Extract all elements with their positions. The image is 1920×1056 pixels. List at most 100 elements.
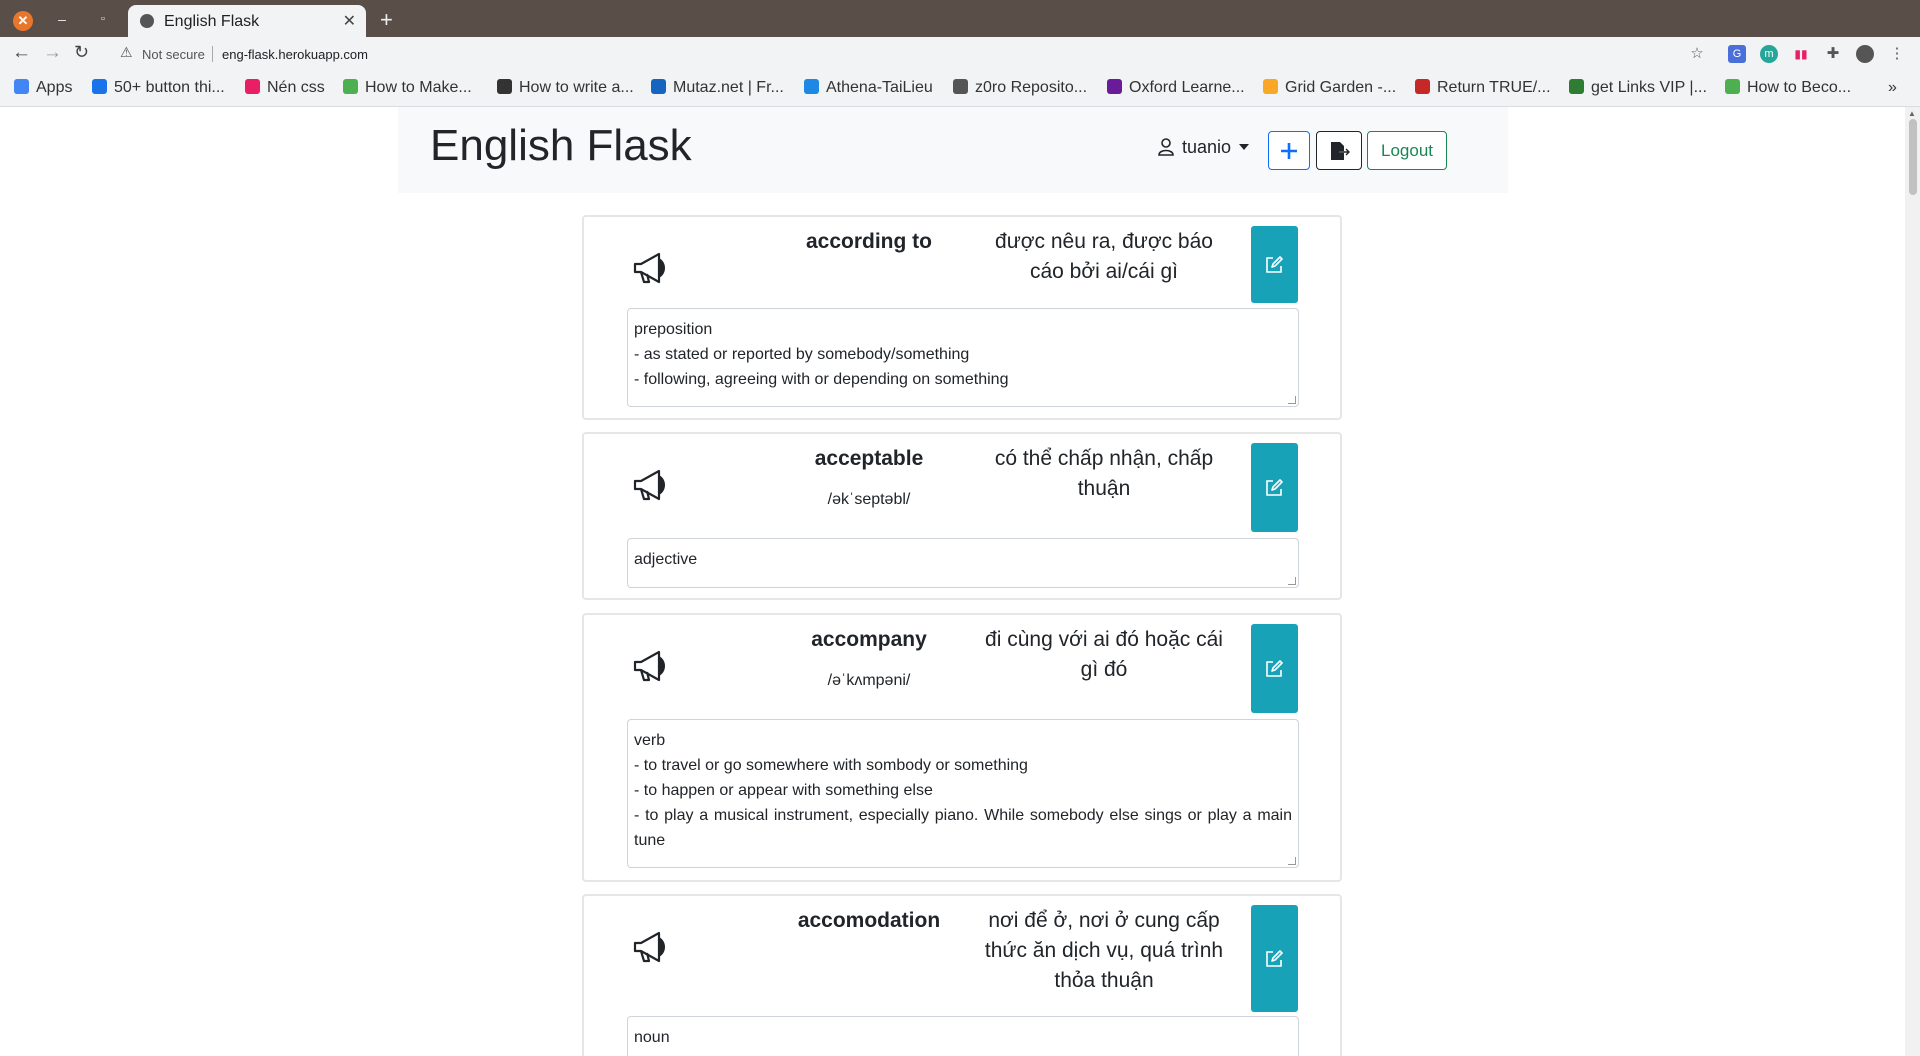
- definition-line: noun: [634, 1029, 670, 1046]
- bookmark-label: How to write a...: [519, 79, 634, 96]
- back-icon[interactable]: ←: [12, 42, 31, 64]
- megaphone-icon[interactable]: [629, 461, 673, 505]
- definition-line: verb: [634, 732, 666, 749]
- bookmark-item[interactable]: Mutaz.net | Fr...: [651, 79, 784, 99]
- definition-textarea[interactable]: verb - to travel or go somewhere with som…: [627, 719, 1299, 868]
- definition-line: - to travel or go somewhere with sombody…: [634, 757, 1028, 774]
- bookmark-favicon-icon: [245, 79, 260, 94]
- word-card: accompany/əˈkʌmpəni/đi cùng với ai đó ho…: [582, 613, 1342, 882]
- bookmark-item[interactable]: Oxford Learne...: [1107, 79, 1245, 99]
- scroll-up-icon[interactable]: ▲: [1908, 109, 1916, 118]
- bookmark-favicon-icon: [1415, 79, 1430, 94]
- resize-handle-icon[interactable]: [1288, 396, 1296, 404]
- resize-handle-icon[interactable]: [1288, 857, 1296, 865]
- export-button[interactable]: [1316, 131, 1362, 170]
- word-text: according to: [805, 230, 932, 253]
- bookmark-item[interactable]: 50+ button thi...: [92, 79, 225, 99]
- reload-icon[interactable]: ↻: [74, 42, 89, 63]
- add-word-button[interactable]: [1268, 131, 1310, 170]
- star-icon[interactable]: ☆: [1688, 45, 1706, 63]
- definition-line: adjective: [634, 551, 698, 568]
- phonetic-text: /əkˈseptəbl/: [827, 491, 911, 508]
- window-close-button[interactable]: ✕: [13, 11, 33, 31]
- bookmark-favicon-icon: [497, 79, 512, 94]
- address-bar[interactable]: ⚠ Not secure eng-flask.herokuapp.com: [108, 40, 1688, 68]
- forward-icon[interactable]: →: [43, 42, 62, 64]
- tab-title: English Flask: [164, 13, 260, 30]
- globe-icon: [140, 14, 154, 28]
- meaning-text: có thể chấp nhận, chấp thuận: [994, 447, 1214, 500]
- warning-icon: ⚠: [120, 44, 133, 60]
- edit-word-button[interactable]: [1251, 443, 1298, 532]
- user-dropdown[interactable]: tuanio: [1158, 137, 1250, 158]
- window-maximize-button[interactable]: ▫: [92, 8, 114, 30]
- extension-color-icon[interactable]: ▮▮: [1792, 45, 1810, 63]
- window-minimize-button[interactable]: –: [51, 8, 73, 30]
- megaphone-icon[interactable]: [629, 923, 673, 967]
- edit-word-button[interactable]: [1251, 905, 1298, 1012]
- bookmark-item[interactable]: Apps: [14, 79, 72, 99]
- bookmark-item[interactable]: Grid Garden -...: [1263, 79, 1396, 99]
- bookmark-item[interactable]: How to Beco...: [1725, 79, 1851, 99]
- profile-avatar[interactable]: [1856, 45, 1874, 63]
- bookmark-item[interactable]: Athena-TaiLieu: [804, 79, 933, 99]
- bookmark-favicon-icon: [1569, 79, 1584, 94]
- word-text: accomodation: [797, 909, 941, 932]
- brand-title[interactable]: English Flask: [430, 121, 692, 171]
- edit-word-button[interactable]: [1251, 226, 1298, 303]
- edit-icon: [1266, 949, 1283, 967]
- definition-textarea[interactable]: preposition - as stated or reported by so…: [627, 308, 1299, 407]
- export-file-icon: [1331, 142, 1351, 160]
- bookmark-label: get Links VIP |...: [1591, 79, 1707, 96]
- bookmark-label: z0ro Reposito...: [975, 79, 1088, 96]
- edit-icon: [1266, 659, 1283, 677]
- bookmark-label: Apps: [36, 79, 73, 96]
- bookmark-label: Nén css: [267, 79, 325, 96]
- bookmark-item[interactable]: z0ro Reposito...: [953, 79, 1087, 99]
- bookmark-item[interactable]: Nén css: [245, 79, 325, 99]
- extension-m-icon[interactable]: m: [1760, 45, 1778, 63]
- bookmark-favicon-icon: [1725, 79, 1740, 94]
- bookmark-favicon-icon: [1263, 79, 1278, 94]
- word-text: acceptable: [814, 447, 924, 470]
- scroll-thumb[interactable]: [1909, 119, 1917, 195]
- meaning-text: đi cùng với ai đó hoặc cái gì đó: [985, 628, 1223, 681]
- bookmark-item[interactable]: How to Make...: [343, 79, 472, 99]
- puzzle-icon[interactable]: ✚: [1824, 45, 1842, 63]
- resize-handle-icon[interactable]: [1288, 577, 1296, 585]
- meaning-text: nơi để ở, nơi ở cung cấp thức ăn dịch vụ…: [984, 909, 1224, 992]
- security-label: Not secure: [142, 47, 205, 62]
- phonetic-text: /əˈkʌmpəni/: [827, 672, 911, 689]
- page-scrollbar[interactable]: ▲: [1905, 107, 1920, 1056]
- word-card: accomodation nơi để ở, nơi ở cung cấp thứ…: [582, 894, 1342, 1056]
- bookmark-item[interactable]: Return TRUE/...: [1415, 79, 1551, 99]
- logout-button[interactable]: Logout: [1367, 131, 1447, 170]
- definition-line: - following, agreeing with or depending …: [634, 371, 1009, 388]
- edit-word-button[interactable]: [1251, 624, 1298, 713]
- bookmark-favicon-icon: [953, 79, 968, 94]
- user-icon: [1158, 138, 1174, 156]
- megaphone-icon[interactable]: [629, 642, 673, 686]
- translate-icon[interactable]: G: [1728, 45, 1746, 63]
- definition-textarea[interactable]: adjective: [627, 538, 1299, 588]
- bookmark-item[interactable]: How to write a...: [497, 79, 634, 99]
- bookmark-favicon-icon: [651, 79, 666, 94]
- url-text[interactable]: eng-flask.herokuapp.com: [222, 47, 368, 62]
- browser-tab[interactable]: English Flask ✕: [128, 5, 366, 37]
- bookmark-label: Mutaz.net | Fr...: [673, 79, 784, 96]
- definition-line: - to play a musical instrument, especial…: [634, 807, 1292, 849]
- caret-down-icon: [1239, 144, 1250, 150]
- megaphone-icon[interactable]: [629, 244, 673, 288]
- more-bookmarks-icon[interactable]: »: [1888, 79, 1897, 99]
- bookmark-label: 50+ button thi...: [114, 79, 225, 96]
- definition-textarea[interactable]: noun: [627, 1016, 1299, 1056]
- edit-icon: [1266, 255, 1283, 273]
- tab-close-icon[interactable]: ✕: [343, 11, 356, 31]
- word-card: according to được nêu ra, được báo cáo bở…: [582, 215, 1342, 420]
- bookmark-label: How to Beco...: [1747, 79, 1852, 96]
- menu-dots-icon[interactable]: ⋮: [1888, 45, 1906, 63]
- bookmark-favicon-icon: [1107, 79, 1122, 94]
- new-tab-button[interactable]: +: [380, 7, 393, 33]
- browser-toolbar: ← → ↻ ⚠ Not secure eng-flask.herokuapp.c…: [0, 37, 1920, 71]
- bookmark-item[interactable]: get Links VIP |...: [1569, 79, 1707, 99]
